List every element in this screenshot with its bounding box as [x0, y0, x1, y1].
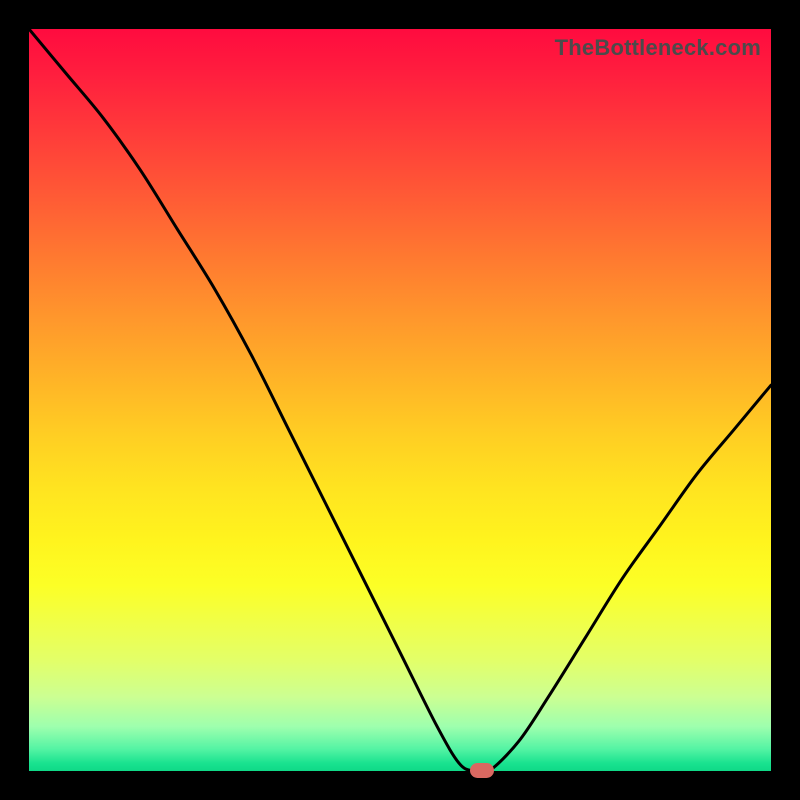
bottleneck-curve: [29, 29, 771, 771]
plot-area: TheBottleneck.com: [29, 29, 771, 771]
chart-frame: TheBottleneck.com: [0, 0, 800, 800]
optimal-point-marker: [470, 763, 494, 778]
